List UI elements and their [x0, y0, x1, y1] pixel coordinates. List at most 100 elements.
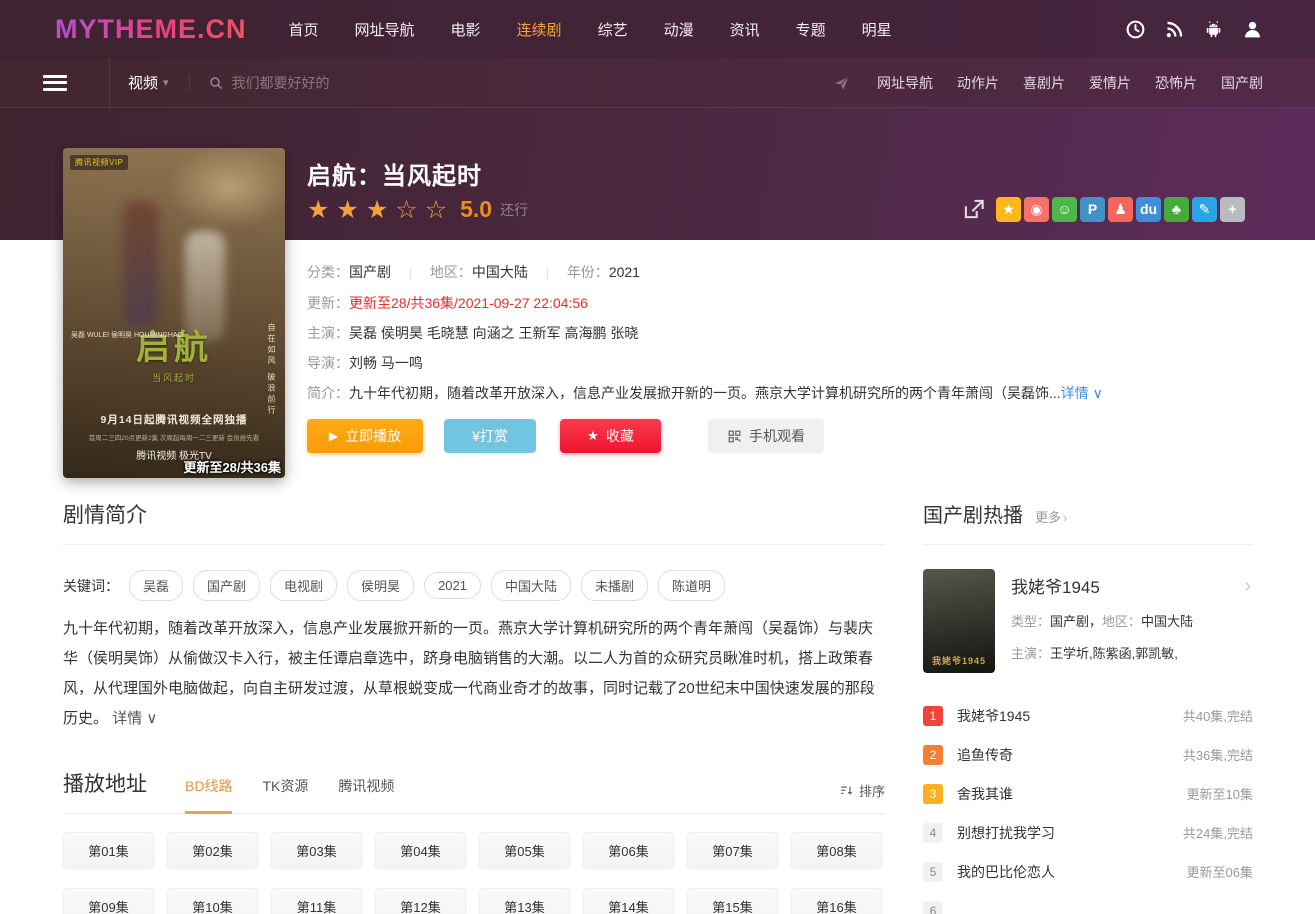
tab-tk-source[interactable]: TK资源	[262, 776, 308, 814]
nav-stars[interactable]: 明星	[862, 19, 892, 40]
play-now-button[interactable]: ▶ 立即播放	[307, 419, 423, 453]
video-poster[interactable]: 腾讯视频VIP 启航 当风起时 吴磊 WULEI 侯明昊 HOUMINGHAO …	[63, 148, 285, 478]
keyword-tag[interactable]: 陈道明	[658, 570, 725, 601]
sidebar-more-link[interactable]: 更多›	[1035, 505, 1067, 531]
sublink-comedy[interactable]: 喜剧片	[1023, 73, 1065, 93]
episode-button[interactable]: 第15集	[687, 888, 778, 914]
mobile-watch-button[interactable]: 手机观看	[708, 419, 824, 453]
nav-movies[interactable]: 电影	[451, 19, 481, 40]
rank-title[interactable]: 舍我其谁	[957, 784, 1187, 804]
sublink-site-directory[interactable]: 网址导航	[877, 73, 933, 93]
rank-title[interactable]: 别想打扰我学习	[957, 823, 1183, 843]
menu-toggle[interactable]	[0, 58, 110, 107]
intro-detail-link[interactable]: 详情 ∨	[1061, 385, 1103, 401]
rank-title[interactable]: 追鱼传奇	[957, 745, 1183, 765]
featured-show[interactable]: 我姥爷1945 我姥爷1945 类型：国产剧，地区：中国大陆 主演：王学圻,陈紫…	[923, 569, 1253, 673]
sublink-horror[interactable]: 恐怖片	[1155, 73, 1197, 93]
tab-tencent-video[interactable]: 腾讯视频	[338, 776, 394, 814]
nav-home[interactable]: 首页	[289, 19, 319, 40]
user-icon[interactable]	[1242, 19, 1263, 40]
android-icon[interactable]	[1203, 19, 1224, 40]
share-weibo-icon[interactable]: ◉	[1024, 197, 1049, 222]
site-logo[interactable]: MYTHEME.CN	[55, 14, 247, 45]
meta-year[interactable]: 2021	[609, 264, 640, 280]
episode-button[interactable]: 第09集	[63, 888, 154, 914]
star-filled-icon[interactable]: ★	[307, 197, 329, 223]
ranking-item[interactable]: 3 舍我其谁 更新至10集	[923, 774, 1253, 813]
share-p-network-icon[interactable]: P	[1080, 197, 1105, 222]
keyword-tag[interactable]: 中国大陆	[491, 570, 571, 601]
channel-select[interactable]: 视频 ▾	[128, 72, 169, 93]
share-baidu-icon[interactable]: du	[1136, 197, 1161, 222]
share-note-icon[interactable]: ✎	[1192, 197, 1217, 222]
rank-title[interactable]: 我姥爷1945	[957, 706, 1183, 726]
episode-button[interactable]: 第12集	[375, 888, 466, 914]
sublink-action[interactable]: 动作片	[957, 73, 999, 93]
meta-update-value: 更新至28/共36集/2021-09-27 22:04:56	[349, 295, 588, 311]
favorite-button[interactable]: ★ 收藏	[560, 419, 661, 453]
rating-text: 还行	[500, 200, 528, 220]
share-qq-icon[interactable]: ♟	[1108, 197, 1133, 222]
search-input[interactable]	[232, 75, 562, 91]
episode-button[interactable]: 第16集	[791, 888, 882, 914]
keyword-tag[interactable]: 电视剧	[270, 570, 337, 601]
sub-links: 网址导航 动作片 喜剧片 爱情片 恐怖片 国产剧	[877, 73, 1263, 93]
ranking-list: 1 我姥爷1945 共40集,完结 2 追鱼传奇 共36集,完结 3 舍我其谁 …	[923, 696, 1253, 914]
rank-badge: 3	[923, 784, 943, 804]
meta-cast-value[interactable]: 吴磊 侯明昊 毛晓慧 向涵之 王新军 高海鹏 张晓	[349, 325, 638, 341]
keyword-tag[interactable]: 国产剧	[193, 570, 260, 601]
synopsis-detail-link[interactable]: 详情 ∨	[112, 710, 157, 727]
episode-button[interactable]: 第05集	[479, 832, 570, 868]
nav-site-directory[interactable]: 网址导航	[355, 19, 415, 40]
rank-title[interactable]: 我的巴比伦恋人	[957, 862, 1187, 882]
star-empty-icon[interactable]: ☆	[425, 197, 447, 223]
nav-tv-series[interactable]: 连续剧	[517, 19, 562, 40]
share-qzone-icon[interactable]: ★	[996, 197, 1021, 222]
star-filled-icon[interactable]: ★	[366, 197, 388, 223]
share-clover-icon[interactable]: ♣	[1164, 197, 1189, 222]
ranking-item[interactable]: 1 我姥爷1945 共40集,完结	[923, 696, 1253, 735]
submit-plane-icon[interactable]	[833, 74, 851, 92]
episode-button[interactable]: 第10集	[167, 888, 258, 914]
episode-button[interactable]: 第13集	[479, 888, 570, 914]
keyword-tag[interactable]: 2021	[424, 572, 481, 599]
ranking-item[interactable]: 4 别想打扰我学习 共24集,完结	[923, 813, 1253, 852]
episode-button[interactable]: 第02集	[167, 832, 258, 868]
meta-region[interactable]: 中国大陆	[472, 264, 528, 280]
episode-button[interactable]: 第11集	[271, 888, 362, 914]
nav-news[interactable]: 资讯	[730, 19, 760, 40]
share-wechat-icon[interactable]: ☺	[1052, 197, 1077, 222]
ranking-item[interactable]: 2 追鱼传奇 共36集,完结	[923, 735, 1253, 774]
sort-button[interactable]: 排序	[839, 781, 885, 800]
rank-badge: 2	[923, 745, 943, 765]
keyword-tag[interactable]: 侯明昊	[347, 570, 414, 601]
episode-button[interactable]: 第08集	[791, 832, 882, 868]
nav-anime[interactable]: 动漫	[664, 19, 694, 40]
episode-button[interactable]: 第06集	[583, 832, 674, 868]
rank-status: 共24集,完结	[1183, 823, 1253, 842]
meta-category[interactable]: 国产剧	[349, 264, 391, 280]
sublink-domestic-drama[interactable]: 国产剧	[1221, 73, 1263, 93]
share-more-icon[interactable]: +	[1220, 197, 1245, 222]
keyword-tag[interactable]: 吴磊	[129, 570, 183, 601]
episode-button[interactable]: 第01集	[63, 832, 154, 868]
episode-button[interactable]: 第03集	[271, 832, 362, 868]
rss-icon[interactable]	[1164, 19, 1185, 40]
reward-button[interactable]: ¥打赏	[444, 419, 536, 453]
keyword-tag[interactable]: 未播剧	[581, 570, 648, 601]
share-export-icon[interactable]	[961, 196, 987, 222]
star-filled-icon[interactable]: ★	[336, 197, 358, 223]
episode-button[interactable]: 第07集	[687, 832, 778, 868]
episode-button[interactable]: 第14集	[583, 888, 674, 914]
sublink-romance[interactable]: 爱情片	[1089, 73, 1131, 93]
nav-topics[interactable]: 专题	[796, 19, 826, 40]
ranking-item[interactable]: 5 我的巴比伦恋人 更新至06集	[923, 852, 1253, 891]
episode-button[interactable]: 第04集	[375, 832, 466, 868]
star-empty-icon[interactable]: ☆	[395, 197, 417, 223]
ranking-item[interactable]: 6	[923, 891, 1253, 914]
featured-title[interactable]: 我姥爷1945	[1011, 573, 1193, 598]
nav-variety[interactable]: 综艺	[598, 19, 628, 40]
meta-director-value[interactable]: 刘畅 马一鸣	[349, 355, 423, 371]
tab-bd-line[interactable]: BD线路	[185, 776, 232, 814]
history-icon[interactable]	[1125, 19, 1146, 40]
